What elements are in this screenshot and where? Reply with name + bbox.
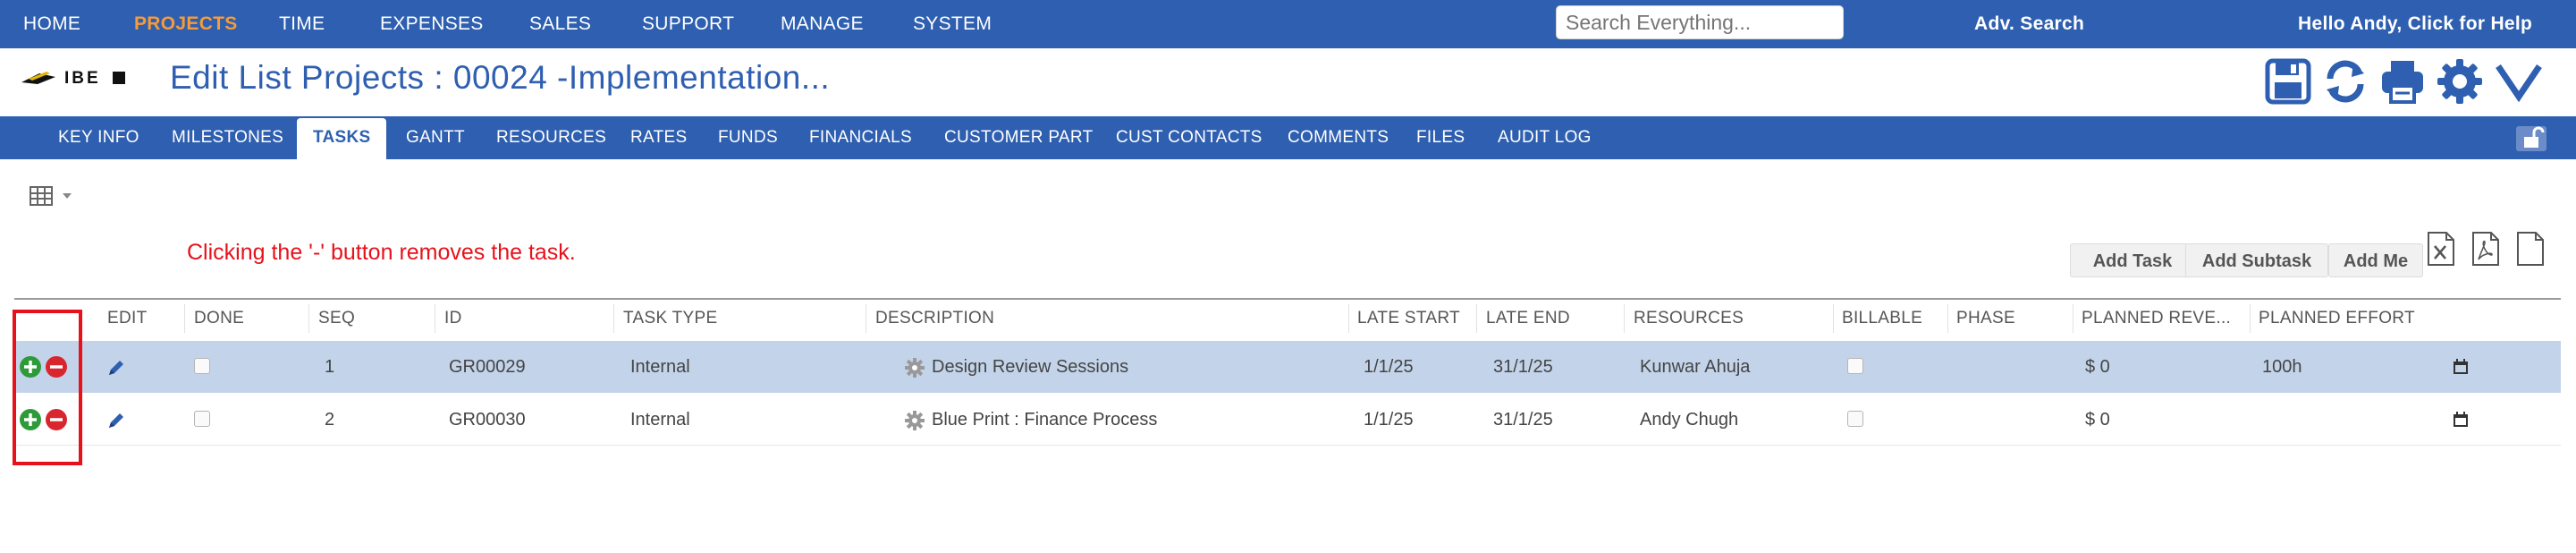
nav-sales[interactable]: SALES [529,0,591,48]
done-checkbox[interactable] [194,411,210,427]
tab-gantt[interactable]: GANTT [406,116,465,159]
column-header-phase[interactable]: PHASE [1956,306,2015,331]
column-header-id[interactable]: ID [444,306,462,331]
search-input[interactable] [1556,5,1844,39]
column-header-resources[interactable]: RESOURCES [1634,306,1744,331]
edit-pencil-icon[interactable] [106,357,127,379]
help-greeting-link[interactable]: Hello Andy, Click for Help [2298,0,2532,48]
table-row[interactable]: 2 GR00030 Internal Blue Print : Finance … [14,394,2561,446]
row-task-type: Internal [630,410,690,430]
nav-projects[interactable]: PROJECTS [134,0,238,48]
tab-resources[interactable]: RESOURCES [496,116,606,159]
lock-icon[interactable] [2516,126,2546,151]
add-task-button[interactable]: Add Task [2070,243,2195,277]
tab-tasks[interactable]: TASKS [297,118,387,159]
column-separator [613,304,614,333]
add-me-button[interactable]: Add Me [2328,243,2423,277]
row-planned-revenue: $ 0 [2085,410,2110,430]
excel-export-icon[interactable] [2425,231,2457,267]
tab-audit-log[interactable]: AUDIT LOG [1498,116,1592,159]
page-title: Edit List Projects : 00024 -Implementati… [170,59,831,96]
task-settings-icon[interactable] [905,411,925,430]
column-header-done[interactable]: DONE [194,306,244,331]
column-separator [308,304,309,333]
column-separator [1476,304,1477,333]
column-header-billable[interactable]: BILLABLE [1842,306,1922,331]
company-logo: IBE [20,64,154,91]
chevron-down-icon[interactable] [2495,57,2543,106]
row-late-end: 31/1/25 [1493,357,1553,377]
column-separator [2250,304,2251,333]
tab-bar: KEY INFO MILESTONES TASKS GANTT RESOURCE… [0,116,2576,159]
billable-checkbox[interactable] [1847,358,1863,374]
add-subtask-button[interactable]: Add Subtask [2185,243,2328,277]
tab-cust-contacts[interactable]: CUST CONTACTS [1116,116,1263,159]
column-header-late-start[interactable]: LATE START [1357,306,1460,331]
calendar-icon[interactable] [2452,358,2470,376]
tab-rates[interactable]: RATES [630,116,687,159]
row-late-start: 1/1/25 [1364,410,1414,430]
tab-funds[interactable]: FUNDS [718,116,778,159]
grid-view-toggle[interactable] [29,184,79,211]
top-nav: HOME PROJECTS TIME EXPENSES SALES SUPPOR… [0,0,2576,48]
column-header-planned-effort[interactable]: PLANNED EFFORT [2259,306,2415,331]
column-header-seq[interactable]: SEQ [318,306,355,331]
row-resources: Kunwar Ahuja [1640,357,1751,377]
column-header-task-type[interactable]: TASK TYPE [623,306,717,331]
adv-search-link[interactable]: Adv. Search [1974,0,2084,48]
highlight-box [13,310,82,465]
column-header-late-end[interactable]: LATE END [1486,306,1570,331]
tab-key-info[interactable]: KEY INFO [58,116,139,159]
calendar-icon[interactable] [2452,411,2470,429]
nav-system[interactable]: SYSTEM [913,0,992,48]
row-late-start: 1/1/25 [1364,357,1414,377]
row-seq: 2 [325,410,335,430]
row-task-type: Internal [630,357,690,377]
column-separator [1947,304,1948,333]
table-row[interactable]: 1 GR00029 Internal Design Review Session… [14,341,2561,393]
refresh-icon[interactable] [2321,57,2369,106]
row-seq: 1 [325,357,335,377]
column-header-description[interactable]: DESCRIPTION [875,306,994,331]
billable-checkbox[interactable] [1847,411,1863,427]
nav-home[interactable]: HOME [23,0,80,48]
row-description[interactable]: Blue Print : Finance Process [932,394,1157,446]
nav-manage[interactable]: MANAGE [781,0,864,48]
row-late-end: 31/1/25 [1493,410,1553,430]
column-header-planned-revenue[interactable]: PLANNED REVE... [2082,306,2231,331]
file-export-icon[interactable] [2514,231,2546,267]
column-separator [1833,304,1834,333]
column-separator [1624,304,1625,333]
column-separator [184,304,185,333]
nav-support[interactable]: SUPPORT [642,0,734,48]
done-checkbox[interactable] [194,358,210,374]
tab-customer-part[interactable]: CUSTOMER PART [944,116,1093,159]
logo-text: IBE [64,69,101,88]
tab-files[interactable]: FILES [1416,116,1465,159]
column-header-edit[interactable]: EDIT [107,306,147,331]
print-icon[interactable] [2378,57,2427,106]
instruction-note: Clicking the '-' button removes the task… [187,240,576,265]
task-settings-icon[interactable] [905,358,925,378]
tab-comments[interactable]: COMMENTS [1288,116,1389,159]
row-id: GR00030 [449,410,526,430]
tab-milestones[interactable]: MILESTONES [172,116,283,159]
gear-icon[interactable] [2436,57,2484,106]
save-icon[interactable] [2264,57,2312,106]
nav-expenses[interactable]: EXPENSES [380,0,484,48]
pdf-export-icon[interactable] [2470,231,2502,267]
row-id: GR00029 [449,357,526,377]
row-planned-effort: 100h [2262,357,2302,377]
row-resources: Andy Chugh [1640,410,1739,430]
nav-time[interactable]: TIME [279,0,325,48]
tab-financials[interactable]: FINANCIALS [809,116,912,159]
table-header-rule [14,298,2561,300]
column-separator [1348,304,1349,333]
row-description[interactable]: Design Review Sessions [932,341,1128,393]
edit-pencil-icon[interactable] [106,410,127,431]
row-planned-revenue: $ 0 [2085,357,2110,377]
